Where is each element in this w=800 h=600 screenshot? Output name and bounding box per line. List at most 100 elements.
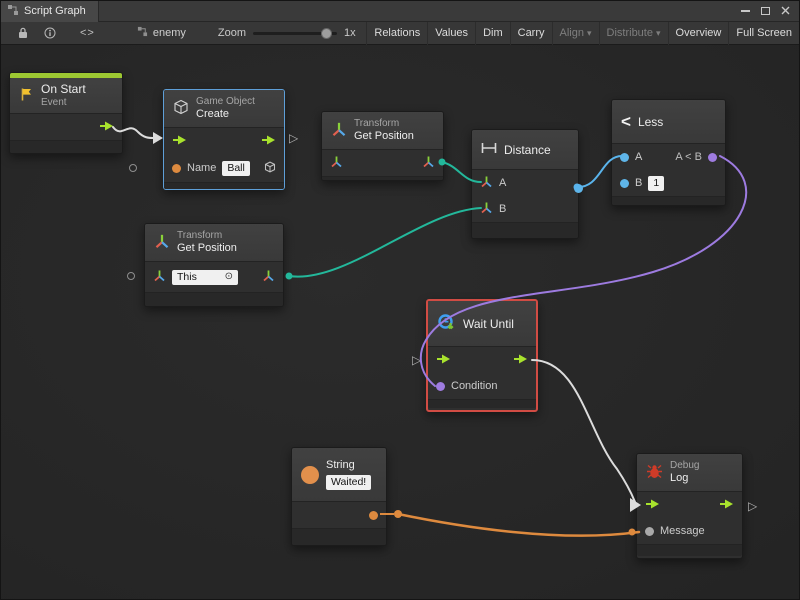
string-value-input[interactable]: Waited!	[326, 475, 371, 490]
name-input[interactable]: Ball	[222, 161, 250, 176]
node-debug-log[interactable]: Debug Log Message	[636, 453, 743, 559]
b-value-input[interactable]: 1	[648, 176, 664, 191]
flow-continue-icon: ▷	[289, 132, 298, 144]
node-less[interactable]: < Less A A < B B 1	[611, 99, 726, 206]
maximize-icon[interactable]	[761, 7, 770, 15]
node-wait-until[interactable]: Wait Until Condition	[426, 299, 538, 412]
float-output-port[interactable]	[574, 184, 583, 193]
align-button[interactable]: Align ▾	[552, 22, 599, 45]
node-title: Distance	[504, 143, 551, 157]
node-header: Debug Log	[637, 454, 742, 492]
bool-output-port[interactable]	[708, 153, 717, 162]
node-header: Wait Until	[428, 301, 536, 347]
output-row	[292, 502, 386, 528]
graph-canvas[interactable]: ▷ ▷ ▷ On Start Event	[1, 45, 799, 599]
flow-row	[164, 128, 284, 154]
full-screen-button[interactable]: Full Screen	[728, 22, 799, 45]
transform-input-port[interactable]	[330, 155, 343, 171]
flow-output-port[interactable]	[513, 354, 528, 367]
target-value: This	[177, 271, 197, 284]
string-icon	[301, 466, 319, 484]
node-title: Less	[638, 115, 663, 129]
port-label: Condition	[451, 380, 497, 392]
carry-button[interactable]: Carry	[510, 22, 552, 45]
zoom-slider[interactable]	[253, 32, 337, 35]
flag-icon	[19, 87, 34, 105]
float-input-port[interactable]	[620, 179, 629, 188]
float-input-port[interactable]	[620, 153, 629, 162]
flow-input-port[interactable]	[172, 135, 187, 148]
tab-title: Script Graph	[24, 5, 86, 17]
message-row: Message	[637, 518, 742, 544]
bool-input-port[interactable]	[436, 382, 445, 391]
values-button[interactable]: Values	[427, 22, 475, 45]
zoom-value: 1x	[344, 27, 356, 39]
object-picker-icon[interactable]: ⊙	[225, 272, 233, 282]
tab-script-graph[interactable]: Script Graph	[1, 1, 99, 22]
code-view-toggle[interactable]: <>	[80, 27, 95, 39]
node-header: < Less	[612, 100, 725, 144]
less-icon: <	[621, 113, 631, 130]
flow-row	[637, 492, 742, 518]
node-get-position-top[interactable]: Transform Get Position	[321, 111, 444, 181]
target-object-field[interactable]: This ⊙	[172, 270, 238, 285]
node-header: Game Object Create	[164, 90, 284, 128]
node-title: String	[326, 459, 371, 472]
flow-input-port[interactable]	[436, 354, 451, 367]
dim-button[interactable]: Dim	[475, 22, 510, 45]
port-label: Message	[660, 525, 705, 537]
close-icon[interactable]	[781, 2, 790, 20]
node-subtitle: Event	[41, 97, 86, 109]
chevron-down-icon: ▾	[656, 29, 661, 38]
flow-output-port[interactable]	[261, 135, 276, 148]
game-object-output-port[interactable]	[264, 161, 276, 176]
node-distance[interactable]: Distance A B	[471, 129, 579, 239]
flow-input-port[interactable]	[645, 499, 660, 512]
port-label: A	[635, 151, 642, 163]
overview-button[interactable]: Overview	[668, 22, 729, 45]
flow-output-port[interactable]	[719, 499, 734, 512]
node-category: Game Object	[196, 96, 255, 108]
node-get-position-bottom[interactable]: Transform Get Position This ⊙	[144, 223, 284, 307]
graph-toolbar: <> enemy Zoom 1x Relations Values Dim Ca…	[1, 22, 799, 45]
lock-icon[interactable]	[10, 22, 36, 45]
node-category: Debug	[670, 460, 699, 472]
node-title: Create	[196, 108, 255, 121]
distribute-button[interactable]: Distribute ▾	[599, 22, 668, 45]
toolbar-right: Relations Values Dim Carry Align ▾ Distr…	[366, 22, 799, 45]
message-input-port[interactable]	[645, 527, 654, 536]
unconnected-port-indicator	[127, 272, 135, 280]
node-header: Transform Get Position	[145, 224, 283, 262]
node-footer	[612, 196, 725, 205]
vector3-output-port[interactable]	[422, 155, 435, 171]
toolbar-left: <> enemy Zoom 1x	[1, 22, 356, 45]
zoom-slider-handle[interactable]	[321, 28, 332, 39]
node-string[interactable]: String Waited!	[291, 447, 387, 546]
vector3-input-port[interactable]	[480, 175, 493, 191]
node-category: Transform	[354, 118, 414, 130]
port-label: B	[499, 203, 506, 215]
flow-continue-icon: ▷	[412, 354, 421, 366]
node-title: On Start	[41, 82, 86, 96]
minimize-icon[interactable]	[741, 10, 750, 12]
flow-output-port[interactable]	[99, 121, 114, 134]
port-label: B	[635, 177, 642, 189]
string-output-port[interactable]	[369, 511, 378, 520]
cube-icon	[173, 99, 189, 118]
port-row: This ⊙	[145, 262, 283, 292]
node-game-object-create[interactable]: Game Object Create Name Ball	[163, 89, 285, 190]
info-icon[interactable]	[36, 22, 64, 45]
titlebar: Script Graph	[1, 1, 799, 22]
distribute-label: Distribute	[607, 27, 653, 39]
node-title: Log	[670, 472, 699, 485]
relations-button[interactable]: Relations	[366, 22, 427, 45]
transform-input-port[interactable]	[153, 269, 166, 285]
vector3-output-port[interactable]	[262, 269, 275, 285]
align-label: Align	[560, 27, 584, 39]
string-input-port[interactable]	[172, 164, 181, 173]
node-header: Distance	[472, 130, 578, 170]
graph-name[interactable]: enemy	[137, 26, 186, 40]
node-on-start-event[interactable]: On Start Event	[9, 72, 123, 154]
distance-ruler-icon	[481, 142, 497, 157]
vector3-input-port[interactable]	[480, 201, 493, 217]
